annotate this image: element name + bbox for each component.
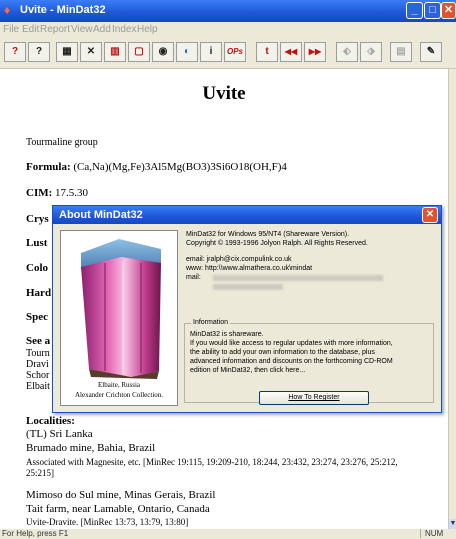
cim-value: 17.5.30 [55, 187, 89, 199]
crystal-label: Crys [26, 213, 49, 225]
menu-view[interactable]: View [71, 24, 93, 35]
locality-item: (TL) Sri Lanka [26, 428, 93, 440]
menu-report[interactable]: Report [40, 24, 70, 35]
cim-row: CIM: 17.5.30 [26, 187, 88, 199]
about-dialog: About MinDat32 ✕ Elbaite, Russia Alexand… [52, 205, 442, 413]
lustre-label: Lust [26, 237, 48, 249]
ops-icon[interactable]: OPs [224, 42, 246, 62]
info-line: advanced information and discounts on th… [190, 358, 393, 365]
disabled-2-icon[interactable]: ⬗ [360, 42, 382, 62]
photo-caption-location: Elbaite, Russia [98, 381, 140, 389]
email-text: email: jralph@cix.compulink.co.uk [186, 256, 292, 263]
locality-note: 25:215] [26, 468, 54, 478]
tools-icon[interactable]: ✕ [80, 42, 102, 62]
cim-label: CIM: [26, 187, 53, 199]
specific-gravity-label: Spec [26, 311, 48, 323]
status-text: For Help, press F1 [2, 529, 69, 538]
formula-value: (Ca,Na)(Mg,Fe)3Al5Mg(BO3)3Si6O18(OH,F)4 [73, 161, 287, 173]
menu-file[interactable]: File [3, 24, 19, 35]
formula-row: Formula: (Ca,Na)(Mg,Fe)3Al5Mg(BO3)3Si6O1… [26, 161, 287, 173]
locality-note: Associated with Magnesite, etc. [MinRec … [26, 457, 398, 467]
scroll-down-icon[interactable]: ▼ [449, 519, 456, 529]
about-dialog-titlebar[interactable]: About MinDat32 ✕ [53, 206, 441, 224]
copyright-text: Copyright © 1993-1996 Jolyon Ralph. All … [186, 240, 368, 247]
menu-bar: File Edit Report View Add Index Help [0, 22, 456, 38]
forward-icon[interactable]: ▶▶ [304, 42, 326, 62]
image-icon[interactable]: ▦ [56, 42, 78, 62]
globe-icon[interactable]: ◐ [176, 42, 198, 62]
information-legend: Information [191, 319, 231, 326]
version-text: MinDat32 for Windows 95/NT4 (Shareware V… [186, 231, 350, 238]
see-also-item[interactable]: Dravi [26, 359, 49, 370]
see-also-item[interactable]: Schor [26, 370, 49, 381]
locality-item: Mimoso do Sul mine, Minas Gerais, Brazil [26, 489, 216, 501]
mineral-icon[interactable]: ◉ [152, 42, 174, 62]
photo-caption-collection: Alexander Crichton Collection. [74, 391, 164, 399]
close-button[interactable]: ✕ [441, 2, 456, 19]
rewind-icon[interactable]: ◀◀ [280, 42, 302, 62]
info-line: edition of MinDat32, then click here... [190, 367, 306, 374]
info-line: If you would like access to regular upda… [190, 340, 393, 347]
info-line: the ability to add your own information … [190, 349, 375, 356]
mineral-title: Uvite [202, 83, 246, 104]
status-bar: For Help, press F1 NUM [0, 529, 456, 539]
mineral-help-icon[interactable]: ? [4, 42, 26, 62]
vertical-scrollbar[interactable]: ▼ [448, 69, 456, 529]
see-also-label: See a [26, 335, 51, 347]
how-to-register-button[interactable]: How To Register [259, 391, 369, 405]
locality-item: Brumado mine, Bahia, Brazil [26, 442, 156, 454]
www-text: www: http:\\www.almathera.co.uk\mindat [186, 265, 313, 272]
info-icon[interactable]: i [200, 42, 222, 62]
window-titlebar[interactable]: ♦ Uvite - MinDat32 _ □ ✕ [0, 0, 456, 22]
page-icon[interactable]: ▢ [128, 42, 150, 62]
locality-item: Tait farm, near Lamable, Ontario, Canada [26, 503, 210, 515]
tl-icon[interactable]: t [256, 42, 278, 62]
info-line: MinDat32 is shareware. [190, 331, 264, 338]
formula-label: Formula: [26, 161, 71, 173]
see-also-item[interactable]: Elbait [26, 381, 50, 392]
menu-add[interactable]: Add [93, 24, 111, 35]
colour-label: Colo [26, 262, 48, 274]
edit-icon[interactable]: ✎ [420, 42, 442, 62]
maximize-button[interactable]: □ [424, 2, 441, 19]
disabled-1-icon[interactable]: ⬖ [336, 42, 358, 62]
redacted-address-line [213, 275, 383, 281]
mail-label: mail: [186, 274, 201, 281]
mindat-icon: ♦ [4, 3, 11, 17]
num-lock-indicator: NUM [420, 529, 443, 538]
window-title: Uvite - MinDat32 [20, 4, 106, 16]
mineral-group: Tourmaline group [26, 137, 98, 148]
locality-note: Uvite-Dravite. [MinRec 13:73, 13:79, 13:… [26, 517, 189, 527]
menu-help[interactable]: Help [137, 24, 158, 35]
localities-label: Localities: [26, 415, 75, 427]
disabled-3-icon[interactable]: ▤ [390, 42, 412, 62]
chart-icon[interactable]: ▥ [104, 42, 126, 62]
elbaite-crystal-image [81, 239, 161, 379]
redacted-address-line [213, 284, 283, 290]
mineral-photo: Elbaite, Russia Alexander Crichton Colle… [60, 230, 178, 406]
toolbar: ? ? ▦ ✕ ▥ ▢ ◉ ◐ i OPs t ◀◀ ▶▶ ⬖ ⬗ ▤ ✎ [0, 38, 456, 69]
help-icon[interactable]: ? [28, 42, 50, 62]
see-also-item[interactable]: Tourn [26, 348, 50, 359]
hardness-label: Hard [26, 287, 52, 299]
about-dialog-title: About MinDat32 [59, 209, 143, 221]
about-close-button[interactable]: ✕ [422, 207, 438, 223]
menu-edit[interactable]: Edit [22, 24, 39, 35]
menu-index[interactable]: Index [112, 24, 136, 35]
minimize-button[interactable]: _ [406, 2, 423, 19]
